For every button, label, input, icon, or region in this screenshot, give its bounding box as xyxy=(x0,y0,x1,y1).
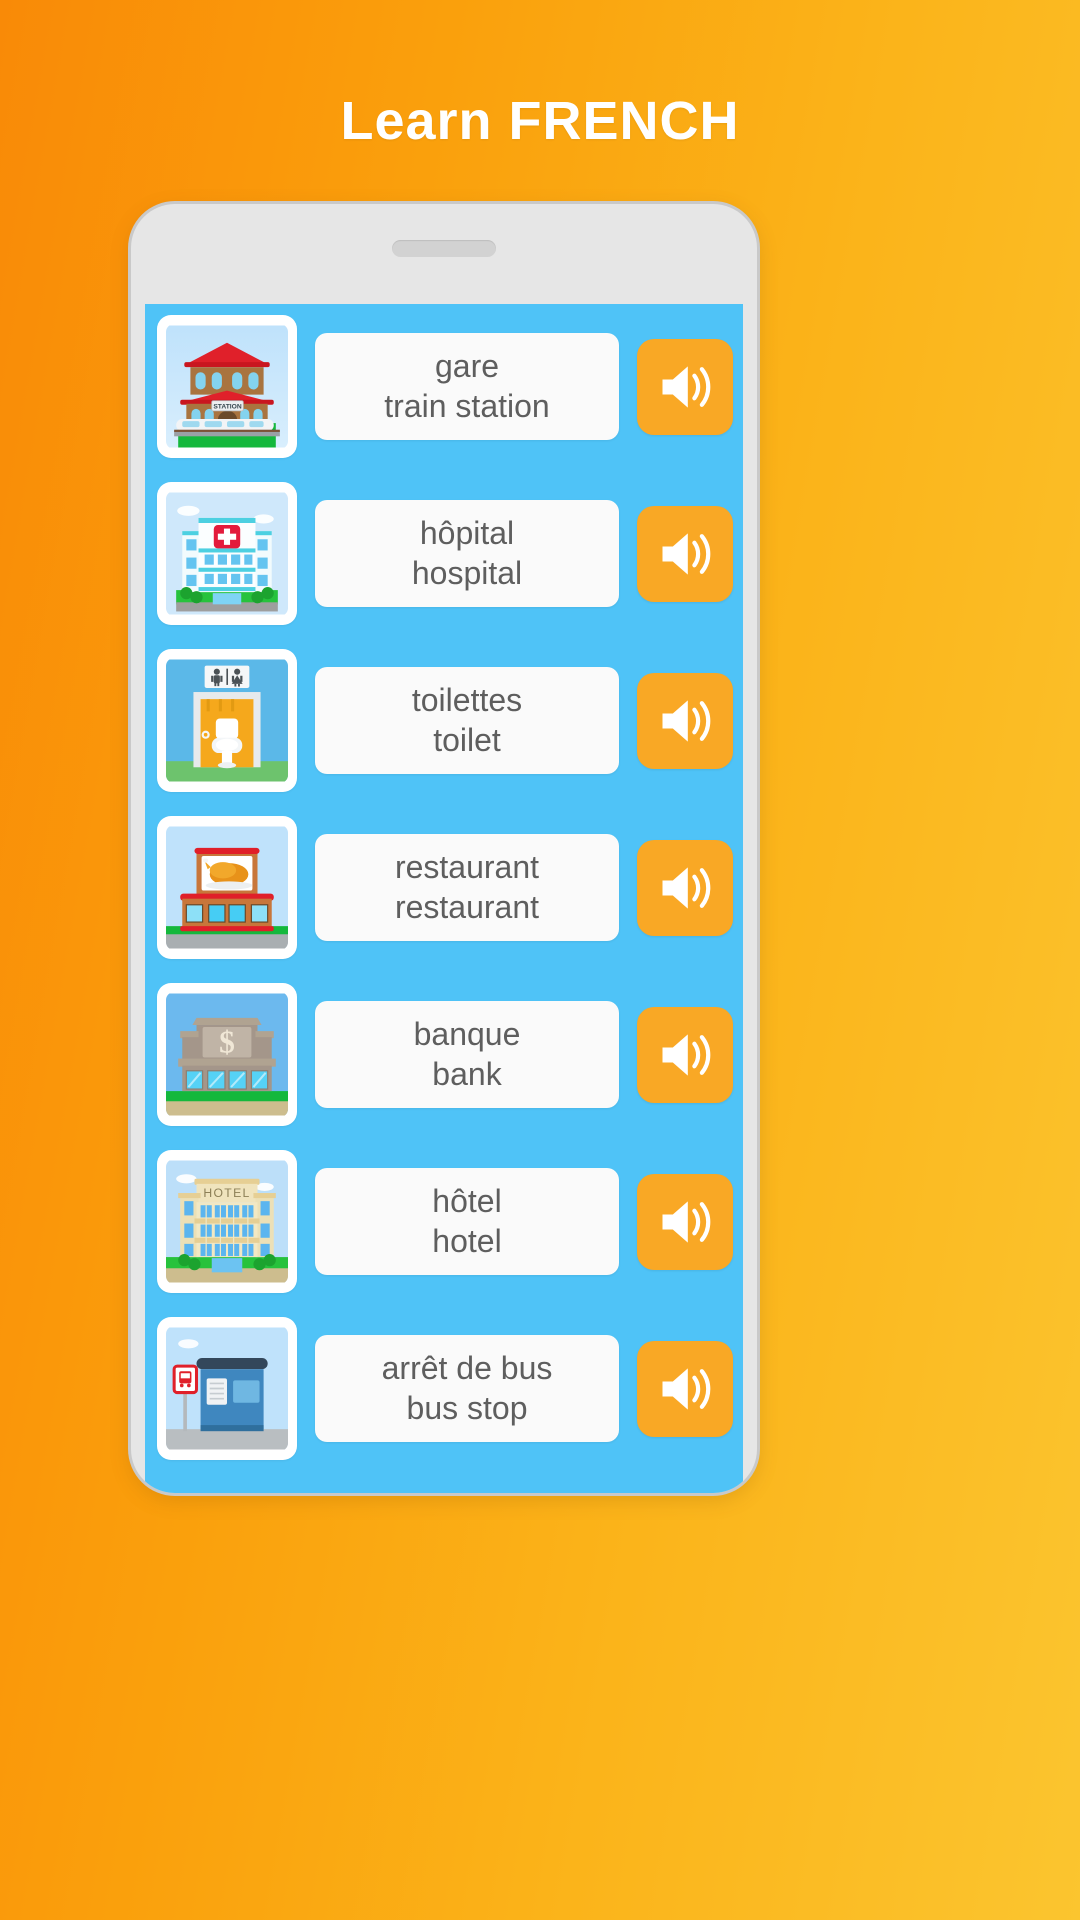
word-card[interactable]: restaurant restaurant xyxy=(315,834,619,941)
vocabulary-image-tile xyxy=(157,1317,297,1460)
word-card[interactable]: hôpital hospital xyxy=(315,500,619,607)
word-english: hospital xyxy=(411,554,523,591)
list-item[interactable]: $ banque bank xyxy=(145,982,743,1127)
word-card[interactable]: arrêt de bus bus stop xyxy=(315,1335,619,1442)
hospital-icon xyxy=(166,491,288,616)
word-french: gare xyxy=(434,347,500,384)
speak-button[interactable] xyxy=(637,1006,733,1103)
restaurant-icon xyxy=(166,825,288,950)
vocabulary-image-tile: $ xyxy=(157,983,297,1126)
word-english: restaurant xyxy=(394,888,540,925)
list-item[interactable]: hôpital hospital xyxy=(145,481,743,626)
speak-button[interactable] xyxy=(637,672,733,769)
word-card[interactable]: gare train station xyxy=(315,333,619,440)
list-item[interactable]: restaurant restaurant xyxy=(145,815,743,960)
train-station-icon: STATION xyxy=(166,324,288,449)
speak-button[interactable] xyxy=(637,839,733,936)
speaker-icon xyxy=(662,699,711,742)
page-title: Learn FRENCH xyxy=(340,91,740,151)
speaker-icon xyxy=(662,365,711,408)
speaker-icon xyxy=(662,1200,711,1243)
hotel-icon: HOTEL xyxy=(166,1159,288,1284)
vocabulary-image-tile xyxy=(157,816,297,959)
svg-text:$: $ xyxy=(219,1024,235,1059)
phone-speaker-grille xyxy=(392,240,496,257)
speak-button[interactable] xyxy=(637,505,733,602)
speaker-icon xyxy=(662,1033,711,1076)
word-card[interactable]: banque bank xyxy=(315,1001,619,1108)
word-french: hôpital xyxy=(419,514,515,551)
speaker-icon xyxy=(662,866,711,909)
word-french: banque xyxy=(413,1015,521,1052)
toilet-icon xyxy=(166,658,288,783)
list-item[interactable]: arrêt de bus bus stop xyxy=(145,1316,743,1461)
bus-stop-icon xyxy=(166,1326,288,1451)
speaker-icon xyxy=(662,532,711,575)
vocabulary-list: STATION gare train station hôpital hospi… xyxy=(145,304,743,1461)
word-card[interactable]: toilettes toilet xyxy=(315,667,619,774)
vocabulary-image-tile xyxy=(157,649,297,792)
speaker-icon xyxy=(662,1367,711,1410)
word-english: toilet xyxy=(433,721,501,758)
phone-mockup: STATION gare train station hôpital hospi… xyxy=(131,204,757,1493)
word-english: hotel xyxy=(432,1222,502,1259)
list-item[interactable]: STATION gare train station xyxy=(145,314,743,459)
list-item[interactable]: toilettes toilet xyxy=(145,648,743,793)
app-screen: STATION gare train station hôpital hospi… xyxy=(145,304,743,1493)
word-card[interactable]: hôtel hotel xyxy=(315,1168,619,1275)
word-french: toilettes xyxy=(411,681,523,718)
word-french: hôtel xyxy=(432,1182,502,1219)
vocabulary-image-tile: STATION xyxy=(157,315,297,458)
bank-icon: $ xyxy=(166,992,288,1117)
svg-text:STATION: STATION xyxy=(213,403,242,410)
svg-text:HOTEL: HOTEL xyxy=(203,1186,250,1200)
word-french: restaurant xyxy=(394,848,540,885)
speak-button[interactable] xyxy=(637,338,733,435)
speak-button[interactable] xyxy=(637,1173,733,1270)
vocabulary-image-tile xyxy=(157,482,297,625)
vocabulary-image-tile: HOTEL xyxy=(157,1150,297,1293)
word-english: bus stop xyxy=(406,1389,528,1426)
word-french: arrêt de bus xyxy=(381,1349,553,1386)
list-item[interactable]: HOTEL hôtel hotel xyxy=(145,1149,743,1294)
word-english: train station xyxy=(384,387,550,424)
word-english: bank xyxy=(432,1055,502,1092)
speak-button[interactable] xyxy=(637,1340,733,1437)
